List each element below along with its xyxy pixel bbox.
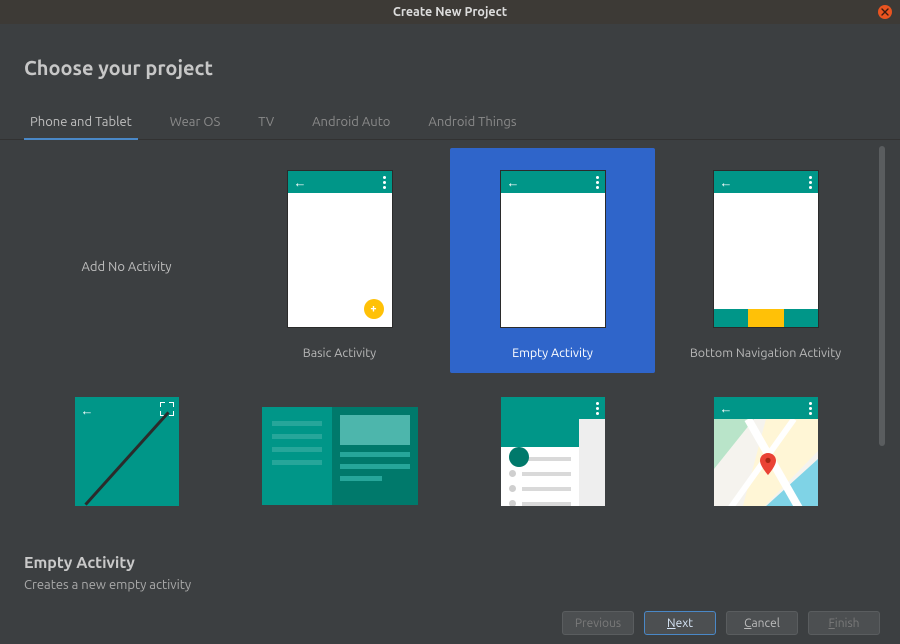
- template-no-activity[interactable]: Add No Activity: [24, 148, 229, 373]
- tab-android-auto[interactable]: Android Auto: [306, 115, 396, 139]
- device-tabs: Phone and Tablet Wear OS TV Android Auto…: [0, 115, 900, 140]
- overflow-menu-icon: [809, 402, 812, 415]
- master-detail-thumb: [262, 397, 418, 506]
- vertical-scrollbar[interactable]: [878, 146, 886, 506]
- template-empty-activity[interactable]: Empty Activity: [450, 148, 655, 373]
- selection-info: Empty Activity Creates a new empty activ…: [24, 554, 876, 592]
- template-grid: Add No Activity + Basic Activity: [24, 140, 886, 506]
- empty-activity-thumb: [501, 160, 605, 338]
- basic-activity-thumb: +: [288, 160, 392, 338]
- map-pin-icon: [760, 453, 776, 475]
- window-title: Create New Project: [393, 5, 507, 19]
- content-area: Choose your project Phone and Tablet Wea…: [0, 24, 900, 644]
- overflow-menu-icon: [383, 176, 386, 189]
- close-icon[interactable]: [878, 5, 892, 19]
- previous-button: Previous: [562, 611, 634, 635]
- maps-thumb: [714, 397, 818, 506]
- tab-phone-tablet[interactable]: Phone and Tablet: [24, 115, 138, 139]
- bottom-nav-label: Bottom Navigation Activity: [663, 338, 868, 368]
- template-grid-container: Add No Activity + Basic Activity: [24, 140, 886, 506]
- cancel-button[interactable]: Cancel: [726, 611, 798, 635]
- titlebar: Create New Project: [0, 0, 900, 24]
- empty-activity-label: Empty Activity: [450, 338, 655, 368]
- back-arrow-icon: [507, 173, 520, 191]
- nav-drawer-thumb: [501, 397, 605, 506]
- wizard-button-bar: Previous Next Cancel Finish: [0, 602, 900, 644]
- diagonal-line-icon: [75, 397, 179, 506]
- back-arrow-icon: [720, 399, 733, 417]
- template-master-detail[interactable]: [237, 385, 442, 506]
- overflow-menu-icon: [809, 176, 812, 189]
- selection-description: Creates a new empty activity: [24, 578, 876, 592]
- fab-icon: +: [364, 299, 384, 319]
- no-activity-label: Add No Activity: [81, 260, 171, 274]
- page-heading: Choose your project: [0, 24, 900, 79]
- tab-android-things[interactable]: Android Things: [422, 115, 522, 139]
- template-nav-drawer[interactable]: [450, 385, 655, 506]
- back-arrow-icon: [294, 173, 307, 191]
- bottom-nav-thumb: [714, 160, 818, 338]
- tab-tv[interactable]: TV: [252, 115, 280, 139]
- finish-button: Finish: [808, 611, 880, 635]
- selection-title: Empty Activity: [24, 554, 876, 572]
- scrollbar-thumb[interactable]: [879, 146, 885, 446]
- basic-activity-label: Basic Activity: [237, 338, 442, 368]
- back-arrow-icon: [720, 173, 733, 191]
- bottom-nav-bar-icon: [714, 309, 818, 327]
- template-bottom-nav-activity[interactable]: Bottom Navigation Activity: [663, 148, 868, 373]
- no-activity-thumb: Add No Activity: [81, 160, 171, 373]
- template-fullscreen-activity[interactable]: [24, 385, 229, 506]
- overflow-menu-icon: [596, 402, 599, 415]
- next-button[interactable]: Next: [644, 611, 716, 635]
- overflow-menu-icon: [596, 176, 599, 189]
- template-maps-activity[interactable]: [663, 385, 868, 506]
- fullscreen-thumb: [75, 397, 179, 506]
- avatar-icon: [509, 447, 529, 467]
- tab-wear-os[interactable]: Wear OS: [164, 115, 227, 139]
- template-basic-activity[interactable]: + Basic Activity: [237, 148, 442, 373]
